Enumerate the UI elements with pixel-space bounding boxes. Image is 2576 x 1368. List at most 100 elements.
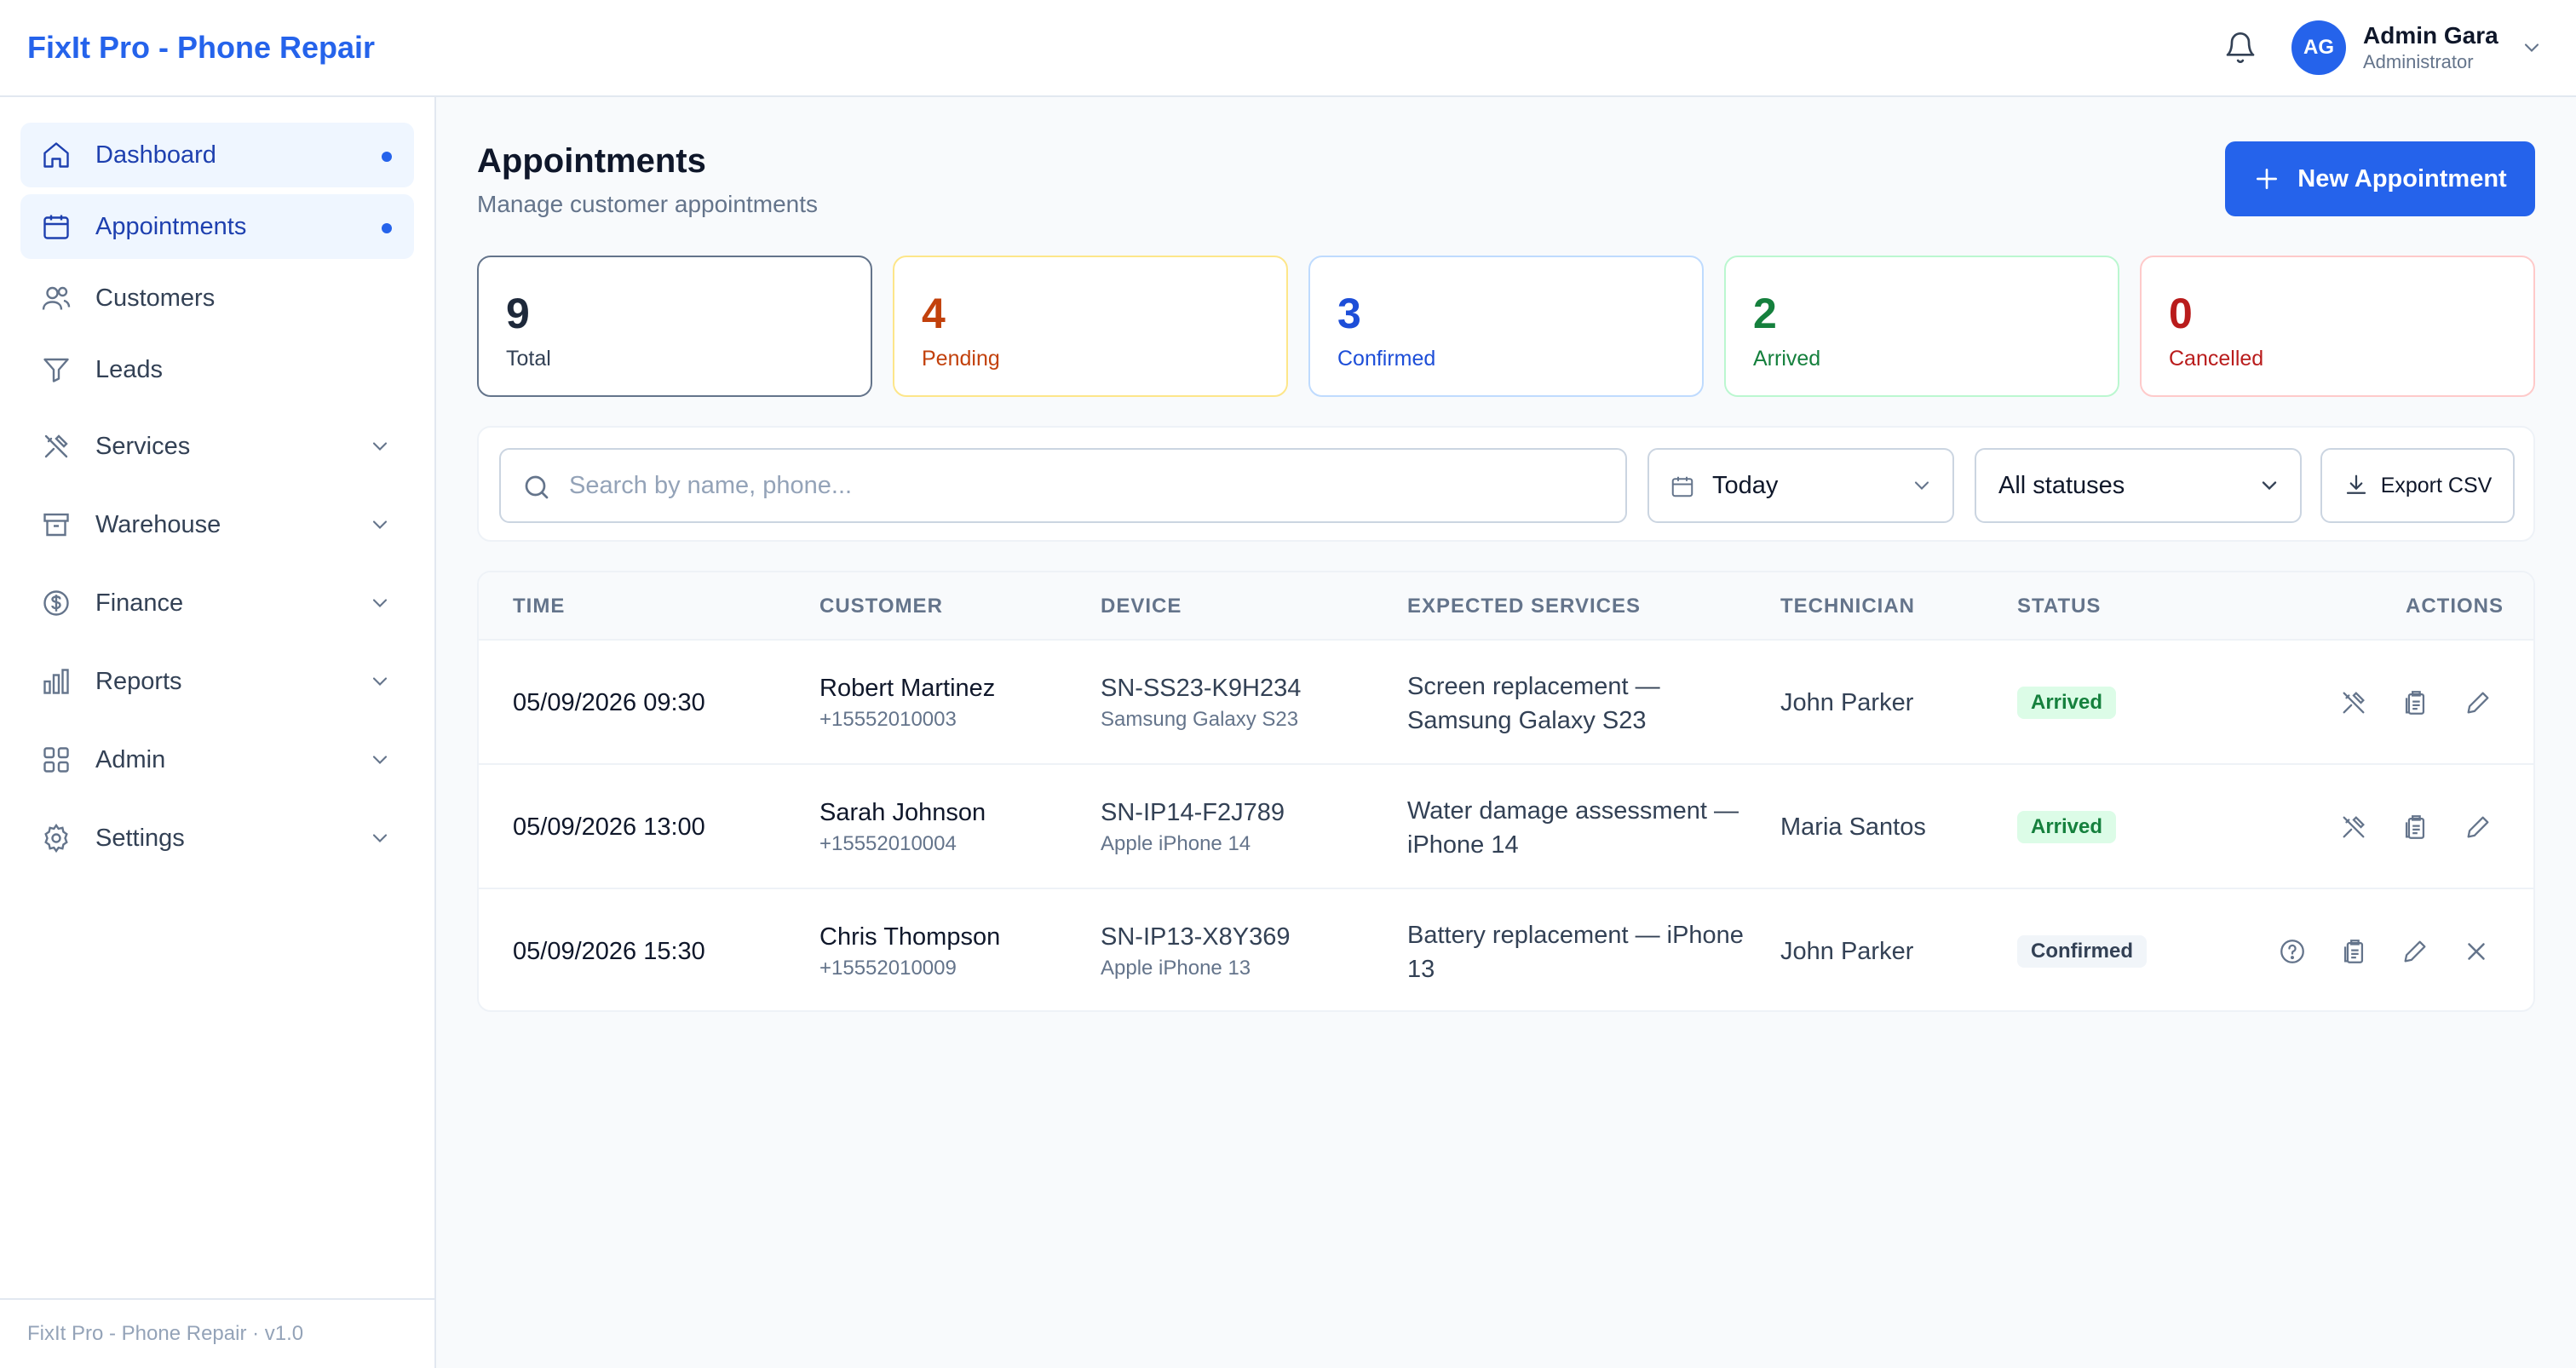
column-header-time[interactable]: TIME bbox=[513, 572, 565, 641]
status-badge: Arrived bbox=[2017, 687, 2117, 719]
stat-label: Total bbox=[506, 347, 551, 371]
customer-name: Robert Martinez bbox=[819, 675, 996, 702]
sidebar-item-label: Customers bbox=[95, 285, 216, 312]
table-row[interactable]: 05/09/2026 13:00 Sarah Johnson +15552010… bbox=[479, 765, 2533, 889]
tools-icon[interactable] bbox=[2339, 688, 2368, 717]
sidebar-item-reports[interactable]: Reports bbox=[20, 649, 414, 714]
sidebar-item-label: Dashboard bbox=[95, 141, 216, 169]
clipboard-icon[interactable] bbox=[2401, 688, 2429, 717]
stat-card-pending[interactable]: 4 Pending bbox=[893, 256, 1288, 397]
device-model: Samsung Galaxy S23 bbox=[1101, 708, 1299, 731]
chevron-down-icon bbox=[372, 442, 388, 451]
chevron-down-icon bbox=[372, 677, 388, 686]
sidebar-item-dashboard[interactable]: Dashboard bbox=[20, 123, 414, 187]
chevron-down-icon bbox=[372, 520, 388, 529]
stat-card-total[interactable]: 9 Total bbox=[477, 256, 872, 397]
column-header-services[interactable]: EXPECTED SERVICES bbox=[1407, 572, 1641, 641]
sidebar-item-admin[interactable]: Admin bbox=[20, 727, 414, 792]
clipboard-icon[interactable] bbox=[2339, 937, 2368, 966]
calendar-icon bbox=[1671, 476, 1693, 497]
sidebar-item-label: Settings bbox=[95, 825, 185, 852]
sidebar-item-label: Services bbox=[95, 433, 191, 460]
stat-value: 2 bbox=[1753, 290, 1777, 337]
calendar-icon bbox=[43, 215, 69, 239]
sidebar-item-appointments[interactable]: Appointments bbox=[20, 194, 414, 259]
device-model: Apple iPhone 13 bbox=[1101, 957, 1251, 980]
customer-phone: +15552010004 bbox=[819, 832, 957, 855]
stat-label: Arrived bbox=[1753, 347, 1821, 371]
stat-label: Cancelled bbox=[2169, 347, 2264, 371]
stat-card-arrived[interactable]: 2 Arrived bbox=[1724, 256, 2119, 397]
archive-icon bbox=[43, 513, 69, 537]
expected-services: Screen replacement — Samsung Galaxy S23 bbox=[1407, 673, 1660, 734]
user-menu[interactable]: AG Admin Gara Administrator bbox=[2291, 19, 2539, 77]
chevron-down-icon bbox=[372, 834, 388, 842]
chevron-down-icon[interactable] bbox=[2520, 36, 2544, 60]
sidebar-item-label: Reports bbox=[95, 668, 182, 695]
download-icon bbox=[2346, 474, 2366, 494]
search-box[interactable] bbox=[499, 448, 1627, 523]
page-subtitle: Manage customer appointments bbox=[477, 191, 818, 217]
technician-name: John Parker bbox=[1780, 938, 1914, 965]
column-header-status[interactable]: STATUS bbox=[2017, 572, 2101, 641]
bell-icon[interactable] bbox=[2223, 31, 2257, 65]
customer-name: Sarah Johnson bbox=[819, 799, 986, 826]
appointments-table: TIME CUSTOMER DEVICE EXPECTED SERVICES T… bbox=[477, 571, 2535, 1012]
customer-phone: +15552010003 bbox=[819, 708, 957, 731]
filter-bar: Today All statuses Export CSV bbox=[477, 426, 2535, 542]
device-serial: SN-IP14-F2J789 bbox=[1101, 799, 1285, 826]
export-csv-button[interactable]: Export CSV bbox=[2320, 448, 2515, 523]
gear-icon bbox=[44, 823, 68, 854]
version-text: FixIt Pro - Phone Repair · v1.0 bbox=[27, 1322, 304, 1345]
active-dot bbox=[382, 152, 392, 162]
status-select[interactable]: All statuses bbox=[1975, 448, 2302, 523]
stat-label: Confirmed bbox=[1337, 347, 1436, 371]
status-badge: Arrived bbox=[2017, 811, 2117, 843]
table-row[interactable]: 05/09/2026 09:30 Robert Martinez +155520… bbox=[479, 641, 2533, 765]
clipboard-icon[interactable] bbox=[2401, 813, 2429, 842]
stat-card-cancelled[interactable]: 0 Cancelled bbox=[2140, 256, 2535, 397]
sidebar-item-services[interactable]: Services bbox=[20, 414, 414, 479]
date-select[interactable]: Today bbox=[1647, 448, 1954, 523]
stat-card-confirmed[interactable]: 3 Confirmed bbox=[1308, 256, 1704, 397]
column-header-technician[interactable]: TECHNICIAN bbox=[1780, 572, 1915, 641]
user-role: Administrator bbox=[2363, 51, 2474, 72]
funnel-icon bbox=[43, 358, 69, 382]
page-title: Appointments bbox=[477, 142, 706, 180]
column-header-actions: ACTIONS bbox=[2406, 595, 2504, 618]
pencil-icon[interactable] bbox=[2464, 688, 2493, 717]
chevron-down-icon bbox=[2262, 481, 2277, 491]
date-select-value: Today bbox=[1712, 472, 1779, 499]
pencil-icon[interactable] bbox=[2401, 937, 2429, 966]
pencil-icon[interactable] bbox=[2464, 813, 2493, 842]
top-bar: FixIt Pro - Phone Repair AG Admin Gara A… bbox=[0, 0, 2576, 97]
sidebar-item-leads[interactable]: Leads bbox=[20, 337, 414, 402]
sidebar-item-customers[interactable]: Customers bbox=[20, 266, 414, 331]
tools-icon[interactable] bbox=[2339, 813, 2368, 842]
sidebar-item-settings[interactable]: Settings bbox=[20, 806, 414, 871]
grid-icon bbox=[43, 747, 69, 773]
help-circle-icon[interactable] bbox=[2278, 937, 2307, 966]
sidebar-footer: FixIt Pro - Phone Repair · v1.0 bbox=[0, 1298, 434, 1368]
tools-icon bbox=[44, 434, 68, 458]
new-appointment-button[interactable]: New Appointment bbox=[2225, 141, 2535, 216]
device-serial: SN-SS23-K9H234 bbox=[1101, 675, 1302, 702]
table-row[interactable]: 05/09/2026 15:30 Chris Thompson +1555201… bbox=[479, 889, 2533, 1010]
close-icon[interactable] bbox=[2462, 937, 2491, 966]
column-header-device[interactable]: DEVICE bbox=[1101, 572, 1182, 641]
stat-value: 9 bbox=[506, 290, 530, 337]
sidebar-item-finance[interactable]: Finance bbox=[20, 571, 414, 635]
new-appointment-label: New Appointment bbox=[2297, 164, 2507, 193]
appointment-time: 05/09/2026 13:00 bbox=[513, 813, 705, 841]
table-header: TIME CUSTOMER DEVICE EXPECTED SERVICES T… bbox=[479, 572, 2533, 641]
chevron-down-icon bbox=[1914, 481, 1929, 490]
sidebar-item-warehouse[interactable]: Warehouse bbox=[20, 492, 414, 557]
sidebar-item-label: Finance bbox=[95, 589, 184, 617]
chevron-down-icon bbox=[372, 599, 388, 607]
column-header-customer[interactable]: CUSTOMER bbox=[819, 572, 943, 641]
search-input[interactable] bbox=[569, 450, 1608, 521]
app-title[interactable]: FixIt Pro - Phone Repair bbox=[27, 26, 375, 70]
sidebar-item-label: Warehouse bbox=[95, 511, 221, 538]
active-dot bbox=[382, 223, 392, 233]
expected-services: Water damage assessment — iPhone 14 bbox=[1407, 797, 1739, 859]
